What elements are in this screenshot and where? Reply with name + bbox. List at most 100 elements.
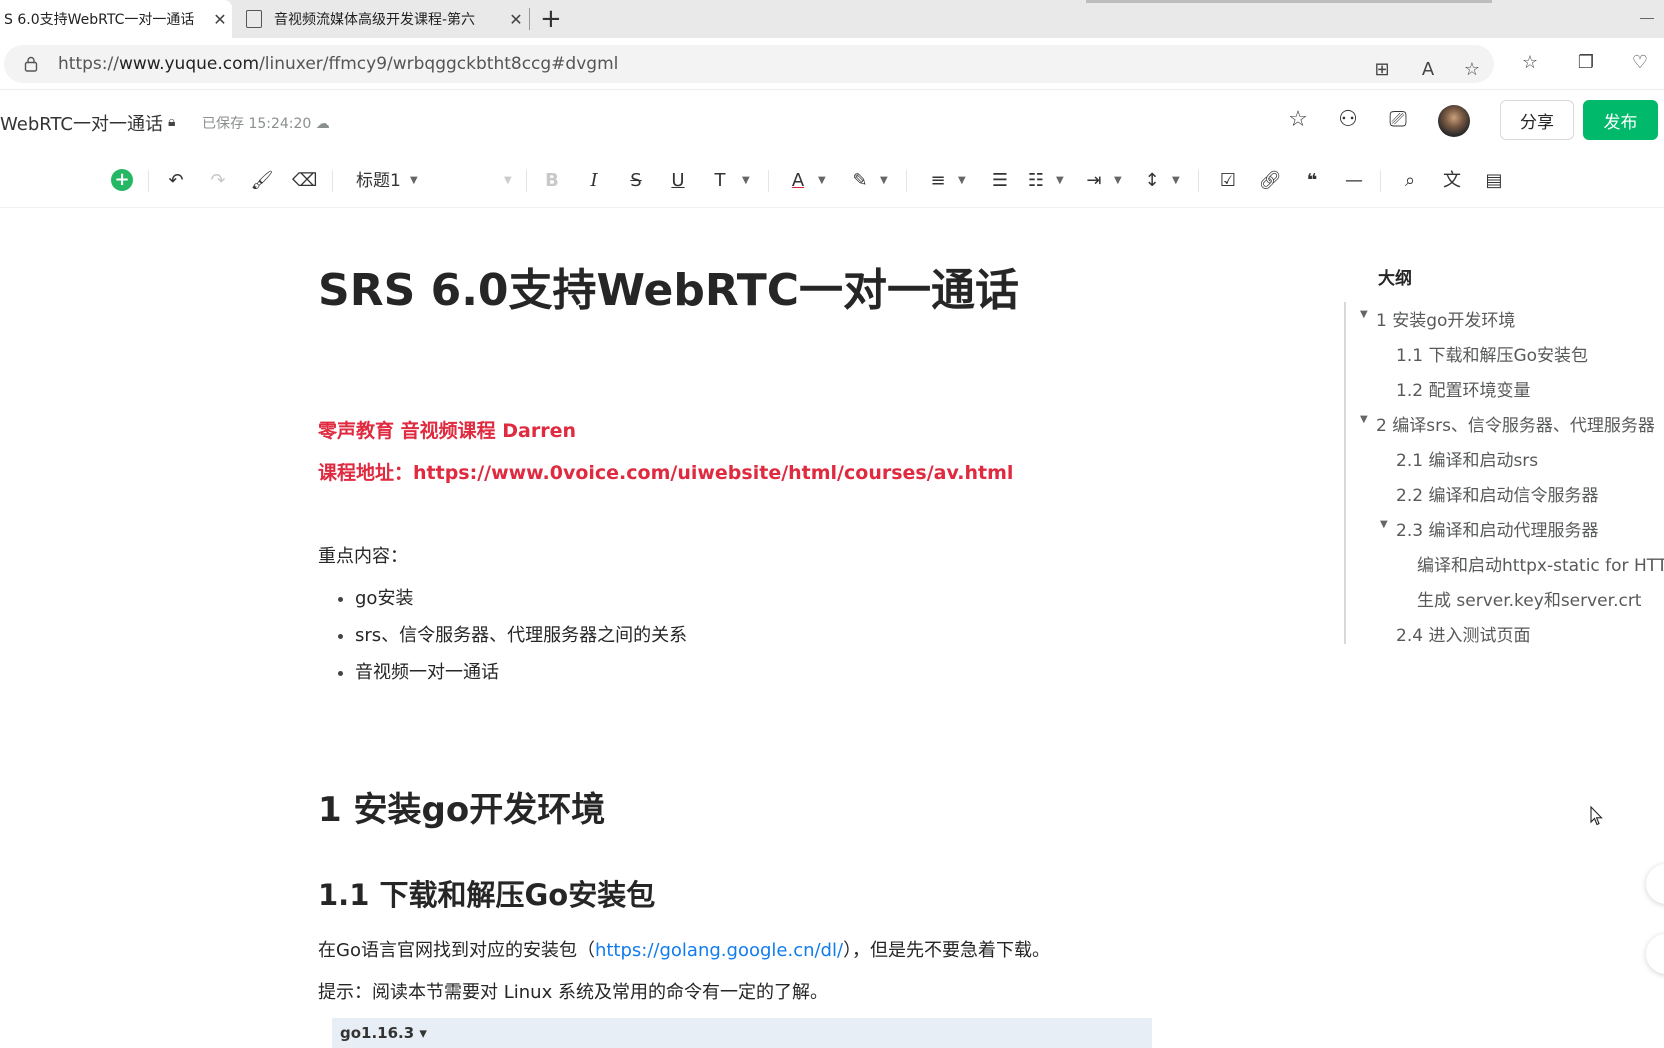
outline-item-label: 2 编译srs、信令服务器、代理服务器	[1376, 416, 1655, 436]
floating-action-button[interactable]	[1646, 864, 1664, 904]
collections-icon[interactable]: ❐	[1574, 51, 1598, 75]
quote-icon[interactable]: ❝	[1300, 169, 1324, 193]
heading-style-select[interactable]: 标题1	[356, 169, 401, 193]
tab-title: S 6.0支持WebRTC一对一通话	[4, 12, 195, 28]
strikethrough-icon[interactable]: S	[624, 169, 648, 193]
url-prefix: https://	[58, 54, 119, 74]
align-icon[interactable]: ≡	[926, 169, 950, 193]
presentation-icon[interactable]: ⎚	[1384, 106, 1412, 134]
divider-line-icon[interactable]: —	[1342, 169, 1366, 193]
clear-format-icon[interactable]: ⌫	[292, 169, 317, 193]
font-color-caret-icon[interactable]: ▼	[818, 169, 826, 193]
numbered-list-icon[interactable]: ☷	[1024, 169, 1048, 193]
line-height-icon[interactable]: ↕	[1140, 169, 1164, 193]
save-status-text: 已保存 15:24:20	[202, 116, 312, 132]
bullet-list-icon[interactable]: ☰	[988, 169, 1012, 193]
format-painter-icon[interactable]: 🖌︎	[250, 169, 274, 193]
indent-icon[interactable]: ⇥	[1082, 169, 1106, 193]
template-icon[interactable]: ▤	[1482, 169, 1506, 193]
outline-item[interactable]: 2.1 编译和启动srs	[1396, 446, 1538, 471]
share-button[interactable]: 分享	[1500, 100, 1574, 140]
link-icon[interactable]: 🔗︎	[1258, 169, 1282, 193]
indent-caret-icon[interactable]: ▼	[1114, 169, 1122, 193]
insert-plus-icon[interactable]: +	[111, 169, 133, 191]
floating-edit-button[interactable]	[1646, 934, 1664, 974]
favorites-icon[interactable]: ☆	[1518, 51, 1542, 75]
collapse-triangle-icon[interactable]: ▼	[1360, 309, 1368, 320]
cloud-icon: ☁	[315, 116, 330, 132]
new-tab-button[interactable]: +	[540, 4, 562, 34]
collapse-triangle-icon[interactable]: ▼	[1380, 519, 1388, 530]
translate-icon[interactable]: 文	[1440, 169, 1464, 193]
list-item: srs、信令服务器、代理服务器之间的关系	[338, 621, 687, 647]
browser-essentials-icon[interactable]: ♡	[1628, 51, 1652, 75]
outline-item-label: 2.3 编译和启动代理服务器	[1396, 521, 1599, 541]
heading-caret-icon[interactable]: ▼	[410, 169, 418, 193]
add-favorite-icon[interactable]: ☆	[1460, 58, 1484, 82]
outline-item-label: 1.2 配置环境变量	[1396, 381, 1531, 401]
outline-item[interactable]: 生成 server.key和server.crt	[1417, 586, 1641, 611]
numbered-list-caret-icon[interactable]: ▼	[1056, 169, 1064, 193]
outline-item[interactable]: ▼ 1 安装go开发环境	[1360, 306, 1515, 331]
highlight-icon[interactable]: ✎	[848, 169, 872, 193]
toolbar-divider	[526, 170, 527, 192]
toolbar-divider	[768, 170, 769, 192]
url-text[interactable]: https://www.yuque.com/linuxer/ffmcy9/wrb…	[58, 54, 618, 74]
golang-download-link[interactable]: https://golang.google.cn/dl/	[595, 940, 843, 961]
bold-icon[interactable]: B	[540, 169, 564, 193]
avatar[interactable]	[1438, 105, 1470, 137]
undo-icon[interactable]: ↶	[164, 169, 188, 193]
url-field[interactable]: https://www.yuque.com/linuxer/ffmcy9/wrb…	[4, 45, 1494, 83]
private-lock-icon[interactable]: 🔒︎	[168, 114, 175, 130]
paragraph: 在Go语言官网找到对应的安装包（https://golang.google.cn…	[318, 936, 1050, 962]
tab-close-icon[interactable]: ✕	[208, 10, 232, 29]
align-caret-icon[interactable]: ▼	[958, 169, 966, 193]
overlay-strip	[1086, 0, 1492, 3]
task-list-icon[interactable]: ☑	[1216, 169, 1240, 193]
line-height-caret-icon[interactable]: ▼	[1172, 169, 1180, 193]
text-style-icon[interactable]: T	[708, 169, 732, 193]
outline-item[interactable]: ▼ 2.3 编译和启动代理服务器	[1380, 516, 1598, 541]
outline-track	[1344, 302, 1346, 644]
outline-item[interactable]: ▼ 2 编译srs、信令服务器、代理服务器	[1360, 411, 1655, 436]
read-aloud-icon[interactable]: A	[1416, 58, 1440, 82]
document-title[interactable]: SRS 6.0支持WebRTC一对一通话	[318, 254, 1019, 318]
minimize-icon[interactable]	[1640, 18, 1654, 19]
apps-icon[interactable]: ⊞	[1370, 58, 1394, 82]
outline-item-label: 2.2 编译和启动信令服务器	[1396, 486, 1599, 506]
tab-close-icon[interactable]: ✕	[504, 10, 528, 29]
list-item-text: go安装	[355, 588, 414, 609]
star-icon[interactable]: ☆	[1284, 106, 1312, 134]
outline-item[interactable]: 2.2 编译和启动信令服务器	[1396, 481, 1598, 506]
code-block-header[interactable]: go1.16.3 ▾	[332, 1018, 1152, 1048]
course-address[interactable]: 课程地址：https://www.0voice.com/uiwebsite/ht…	[318, 458, 1013, 485]
italic-icon[interactable]: I	[582, 169, 606, 193]
address-bar: https://www.yuque.com/linuxer/ffmcy9/wrb…	[0, 38, 1664, 90]
toolbar-divider	[1198, 170, 1199, 192]
paragraph-text: ），但是先不要急着下载。	[843, 940, 1051, 961]
highlight-caret-icon[interactable]: ▼	[880, 169, 888, 193]
text-style-caret-icon[interactable]: ▼	[742, 169, 750, 193]
browser-tab-inactive[interactable]: 音视频流媒体高级开发课程-第六 ✕	[236, 0, 528, 38]
editor-toolbar: + ↶ ↷ 🖌︎ ⌫ 标题1 ▼ ▼ B I S U T ▼ A ▼ ✎ ▼ ≡…	[0, 152, 1664, 208]
outline-item[interactable]: 1.1 下载和解压Go安装包	[1396, 341, 1588, 366]
document-name[interactable]: WebRTC一对一通话	[0, 110, 163, 136]
outline-item-label: 2.4 进入测试页面	[1396, 626, 1531, 646]
lock-icon[interactable]	[24, 56, 38, 72]
url-domain: www.yuque.com	[118, 54, 260, 74]
publish-button[interactable]: 发布	[1583, 100, 1658, 140]
outline-item[interactable]: 1.2 配置环境变量	[1396, 376, 1530, 401]
find-replace-icon[interactable]: ⌕	[1398, 169, 1422, 193]
heading-2: 1.1 下载和解压Go安装包	[318, 878, 656, 912]
browser-tab-active[interactable]: S 6.0支持WebRTC一对一通话 ✕	[0, 0, 232, 38]
add-collaborator-icon[interactable]: ⚇	[1334, 106, 1362, 134]
outline-item[interactable]: 编译和启动httpx-static for HTTP	[1417, 551, 1664, 576]
redo-icon[interactable]: ↷	[206, 169, 230, 193]
collapse-triangle-icon[interactable]: ▼	[1360, 414, 1368, 425]
toolbar-divider	[1380, 170, 1381, 192]
underline-icon[interactable]: U	[666, 169, 690, 193]
outline-item[interactable]: 2.4 进入测试页面	[1396, 621, 1530, 646]
browser-tab-bar: S 6.0支持WebRTC一对一通话 ✕ 音视频流媒体高级开发课程-第六 ✕ +	[0, 0, 1664, 38]
font-color-icon[interactable]: A	[786, 169, 810, 193]
font-size-caret-icon[interactable]: ▼	[504, 169, 512, 193]
